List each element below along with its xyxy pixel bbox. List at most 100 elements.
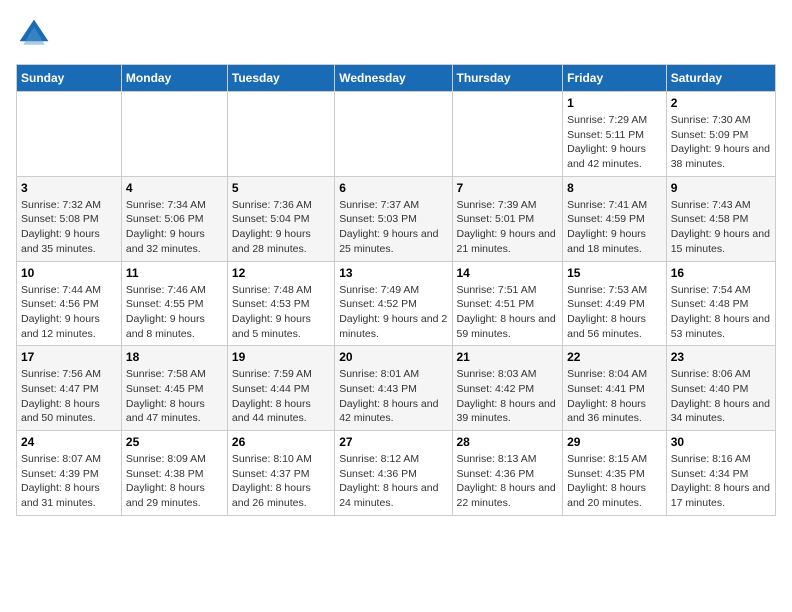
day-number: 15 — [567, 266, 662, 280]
day-info: Sunrise: 7:59 AM Sunset: 4:44 PM Dayligh… — [232, 367, 330, 426]
day-info: Sunrise: 7:51 AM Sunset: 4:51 PM Dayligh… — [457, 283, 559, 342]
day-number: 30 — [671, 435, 771, 449]
calendar-table: SundayMondayTuesdayWednesdayThursdayFrid… — [16, 64, 776, 516]
day-info: Sunrise: 8:09 AM Sunset: 4:38 PM Dayligh… — [126, 452, 223, 511]
day-cell: 3 Sunrise: 7:32 AM Sunset: 5:08 PM Daylig… — [17, 176, 122, 261]
day-number: 7 — [457, 181, 559, 195]
header — [16, 16, 776, 52]
day-info: Sunrise: 7:43 AM Sunset: 4:58 PM Dayligh… — [671, 198, 771, 257]
day-number: 9 — [671, 181, 771, 195]
day-info: Sunrise: 7:46 AM Sunset: 4:55 PM Dayligh… — [126, 283, 223, 342]
day-info: Sunrise: 8:07 AM Sunset: 4:39 PM Dayligh… — [21, 452, 117, 511]
logo — [16, 16, 56, 52]
day-cell: 24 Sunrise: 8:07 AM Sunset: 4:39 PM Dayli… — [17, 431, 122, 516]
day-cell: 6 Sunrise: 7:37 AM Sunset: 5:03 PM Daylig… — [335, 176, 452, 261]
day-cell: 11 Sunrise: 7:46 AM Sunset: 4:55 PM Dayli… — [121, 261, 227, 346]
day-cell: 5Sunrise: 7:36 AM Sunset: 5:04 PM Daylig… — [227, 176, 334, 261]
day-number: 3 — [21, 181, 117, 195]
day-cell: 28Sunrise: 8:13 AM Sunset: 4:36 PM Dayli… — [452, 431, 563, 516]
day-cell: 19 Sunrise: 7:59 AM Sunset: 4:44 PM Dayli… — [227, 346, 334, 431]
day-info: Sunrise: 7:53 AM Sunset: 4:49 PM Dayligh… — [567, 283, 662, 342]
day-cell: 14 Sunrise: 7:51 AM Sunset: 4:51 PM Dayli… — [452, 261, 563, 346]
day-number: 19 — [232, 350, 330, 364]
col-header-thursday: Thursday — [452, 65, 563, 92]
day-cell: 17 Sunrise: 7:56 AM Sunset: 4:47 PM Dayli… — [17, 346, 122, 431]
day-cell: 29 Sunrise: 8:15 AM Sunset: 4:35 PM Dayli… — [563, 431, 667, 516]
day-cell: 20 Sunrise: 8:01 AM Sunset: 4:43 PM Dayli… — [335, 346, 452, 431]
day-info: Sunrise: 7:49 AM Sunset: 4:52 PM Dayligh… — [339, 283, 447, 342]
day-info: Sunrise: 7:29 AM Sunset: 5:11 PM Dayligh… — [567, 113, 662, 172]
day-number: 16 — [671, 266, 771, 280]
day-info: Sunrise: 7:39 AM Sunset: 5:01 PM Dayligh… — [457, 198, 559, 257]
day-cell — [227, 92, 334, 177]
day-cell — [121, 92, 227, 177]
day-cell: 26 Sunrise: 8:10 AM Sunset: 4:37 PM Dayli… — [227, 431, 334, 516]
logo-icon — [16, 16, 52, 52]
day-number: 26 — [232, 435, 330, 449]
day-info: Sunrise: 7:37 AM Sunset: 5:03 PM Dayligh… — [339, 198, 447, 257]
day-info: Sunrise: 8:10 AM Sunset: 4:37 PM Dayligh… — [232, 452, 330, 511]
day-info: Sunrise: 8:16 AM Sunset: 4:34 PM Dayligh… — [671, 452, 771, 511]
day-info: Sunrise: 7:32 AM Sunset: 5:08 PM Dayligh… — [21, 198, 117, 257]
col-header-tuesday: Tuesday — [227, 65, 334, 92]
col-header-saturday: Saturday — [666, 65, 775, 92]
day-info: Sunrise: 7:30 AM Sunset: 5:09 PM Dayligh… — [671, 113, 771, 172]
day-cell: 30 Sunrise: 8:16 AM Sunset: 4:34 PM Dayli… — [666, 431, 775, 516]
day-number: 1 — [567, 96, 662, 110]
day-number: 4 — [126, 181, 223, 195]
day-info: Sunrise: 8:13 AM Sunset: 4:36 PM Dayligh… — [457, 452, 559, 511]
day-info: Sunrise: 8:03 AM Sunset: 4:42 PM Dayligh… — [457, 367, 559, 426]
day-number: 17 — [21, 350, 117, 364]
day-cell: 4 Sunrise: 7:34 AM Sunset: 5:06 PM Daylig… — [121, 176, 227, 261]
day-info: Sunrise: 7:44 AM Sunset: 4:56 PM Dayligh… — [21, 283, 117, 342]
col-header-sunday: Sunday — [17, 65, 122, 92]
day-cell: 27Sunrise: 8:12 AM Sunset: 4:36 PM Dayli… — [335, 431, 452, 516]
day-cell: 2Sunrise: 7:30 AM Sunset: 5:09 PM Daylig… — [666, 92, 775, 177]
day-cell: 9 Sunrise: 7:43 AM Sunset: 4:58 PM Daylig… — [666, 176, 775, 261]
day-info: Sunrise: 7:56 AM Sunset: 4:47 PM Dayligh… — [21, 367, 117, 426]
day-info: Sunrise: 7:41 AM Sunset: 4:59 PM Dayligh… — [567, 198, 662, 257]
col-header-monday: Monday — [121, 65, 227, 92]
day-info: Sunrise: 8:06 AM Sunset: 4:40 PM Dayligh… — [671, 367, 771, 426]
day-number: 27 — [339, 435, 447, 449]
day-cell: 10 Sunrise: 7:44 AM Sunset: 4:56 PM Dayli… — [17, 261, 122, 346]
day-number: 24 — [21, 435, 117, 449]
day-number: 10 — [21, 266, 117, 280]
day-number: 18 — [126, 350, 223, 364]
day-info: Sunrise: 8:04 AM Sunset: 4:41 PM Dayligh… — [567, 367, 662, 426]
col-header-friday: Friday — [563, 65, 667, 92]
week-row-4: 17 Sunrise: 7:56 AM Sunset: 4:47 PM Dayli… — [17, 346, 776, 431]
day-cell: 16 Sunrise: 7:54 AM Sunset: 4:48 PM Dayli… — [666, 261, 775, 346]
day-number: 11 — [126, 266, 223, 280]
day-cell: 23 Sunrise: 8:06 AM Sunset: 4:40 PM Dayli… — [666, 346, 775, 431]
day-info: Sunrise: 7:34 AM Sunset: 5:06 PM Dayligh… — [126, 198, 223, 257]
week-row-1: 1 Sunrise: 7:29 AM Sunset: 5:11 PM Daylig… — [17, 92, 776, 177]
day-cell: 21 Sunrise: 8:03 AM Sunset: 4:42 PM Dayli… — [452, 346, 563, 431]
day-cell — [335, 92, 452, 177]
day-number: 23 — [671, 350, 771, 364]
day-cell: 22 Sunrise: 8:04 AM Sunset: 4:41 PM Dayli… — [563, 346, 667, 431]
day-info: Sunrise: 8:01 AM Sunset: 4:43 PM Dayligh… — [339, 367, 447, 426]
day-number: 13 — [339, 266, 447, 280]
week-row-2: 3 Sunrise: 7:32 AM Sunset: 5:08 PM Daylig… — [17, 176, 776, 261]
day-number: 21 — [457, 350, 559, 364]
day-number: 29 — [567, 435, 662, 449]
day-number: 8 — [567, 181, 662, 195]
day-number: 25 — [126, 435, 223, 449]
day-cell: 25 Sunrise: 8:09 AM Sunset: 4:38 PM Dayli… — [121, 431, 227, 516]
week-row-5: 24 Sunrise: 8:07 AM Sunset: 4:39 PM Dayli… — [17, 431, 776, 516]
day-number: 12 — [232, 266, 330, 280]
day-number: 6 — [339, 181, 447, 195]
day-cell: 1 Sunrise: 7:29 AM Sunset: 5:11 PM Daylig… — [563, 92, 667, 177]
week-row-3: 10 Sunrise: 7:44 AM Sunset: 4:56 PM Dayli… — [17, 261, 776, 346]
day-cell — [17, 92, 122, 177]
day-cell: 13 Sunrise: 7:49 AM Sunset: 4:52 PM Dayli… — [335, 261, 452, 346]
day-info: Sunrise: 8:15 AM Sunset: 4:35 PM Dayligh… — [567, 452, 662, 511]
day-info: Sunrise: 7:54 AM Sunset: 4:48 PM Dayligh… — [671, 283, 771, 342]
day-number: 14 — [457, 266, 559, 280]
day-cell: 12Sunrise: 7:48 AM Sunset: 4:53 PM Dayli… — [227, 261, 334, 346]
day-cell: 8 Sunrise: 7:41 AM Sunset: 4:59 PM Daylig… — [563, 176, 667, 261]
day-number: 20 — [339, 350, 447, 364]
day-number: 22 — [567, 350, 662, 364]
day-cell: 7 Sunrise: 7:39 AM Sunset: 5:01 PM Daylig… — [452, 176, 563, 261]
